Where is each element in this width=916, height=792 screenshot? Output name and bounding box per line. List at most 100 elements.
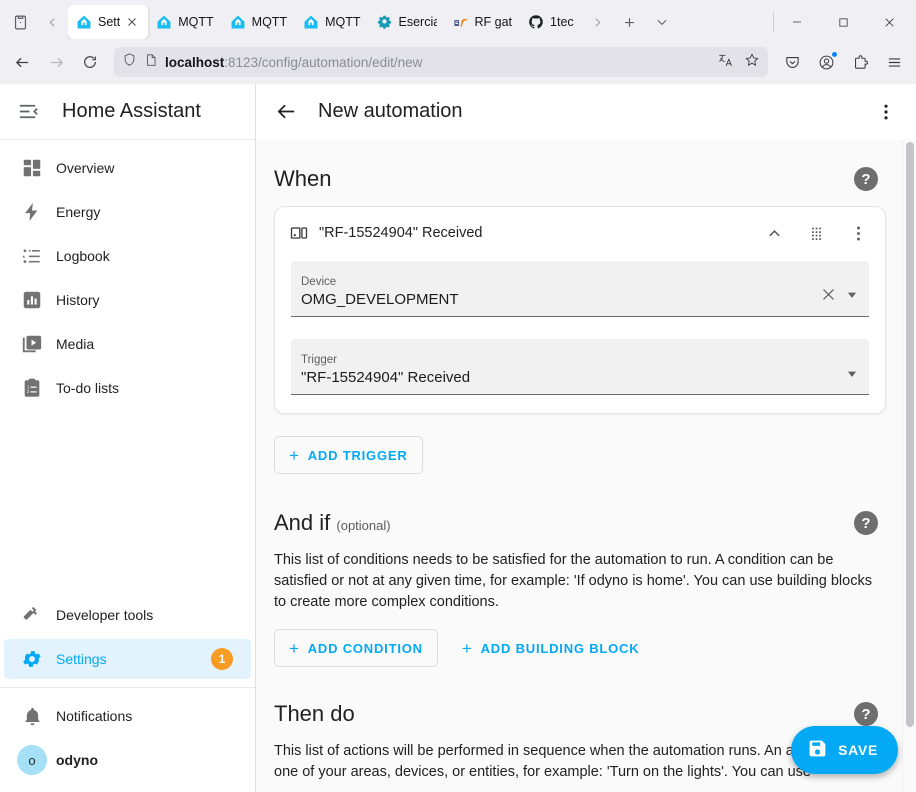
browser-tab[interactable]: MQTT xyxy=(222,5,295,39)
trigger-card-header[interactable]: "RF-15524904" Received xyxy=(275,207,885,259)
tab-title: Sett xyxy=(98,15,120,29)
scrollbar-thumb[interactable] xyxy=(906,142,914,727)
sidebar-spacer xyxy=(0,412,255,587)
close-icon[interactable] xyxy=(820,286,837,308)
menu-collapse-icon[interactable] xyxy=(4,88,52,136)
navigation-toolbar: localhost:8123/config/automation/edit/ne… xyxy=(0,44,916,84)
browser-tab[interactable]: MQTT xyxy=(148,5,221,39)
help-circle-icon[interactable]: ? xyxy=(854,702,878,726)
minimize-button[interactable] xyxy=(774,4,820,40)
browser-tab[interactable]: Esercia xyxy=(369,5,445,39)
add-condition-label: ADD CONDITION xyxy=(308,641,423,656)
url-bar[interactable]: localhost:8123/config/automation/edit/ne… xyxy=(114,47,768,77)
drag-handle-icon[interactable] xyxy=(797,214,835,252)
home-assistant-icon xyxy=(156,14,172,30)
cog-icon xyxy=(8,648,56,670)
account-notification-dot xyxy=(831,51,838,58)
tab-title: MQTT xyxy=(252,15,287,29)
sidebar-item-logbook[interactable]: Logbook xyxy=(4,236,251,276)
add-building-block-button[interactable]: + ADD BUILDING BLOCK xyxy=(450,629,652,667)
sidebar-item-label: History xyxy=(56,292,247,308)
tab-title: RF gat xyxy=(475,15,513,29)
plus-icon: + xyxy=(462,640,473,657)
view-dashboard-icon xyxy=(8,157,56,179)
firefox-view-icon[interactable] xyxy=(4,6,36,38)
dots-vertical-icon[interactable] xyxy=(864,90,908,134)
hamburger-menu-icon[interactable] xyxy=(878,46,910,78)
add-building-block-label: ADD BUILDING BLOCK xyxy=(481,641,640,656)
close-window-button[interactable] xyxy=(866,4,912,40)
main-content: New automation When ? xyxy=(256,84,916,792)
browser-chrome: Sett MQTT MQTT MQTT Esercia xyxy=(0,0,916,84)
extensions-icon[interactable] xyxy=(844,46,876,78)
add-condition-button[interactable]: + ADD CONDITION xyxy=(274,629,438,667)
menu-down-icon[interactable] xyxy=(845,288,859,307)
tab-title: Esercia xyxy=(399,15,437,29)
sidebar-item-media[interactable]: Media xyxy=(4,324,251,364)
device-field[interactable]: Device OMG_DEVELOPMENT xyxy=(291,261,869,317)
sidebar-item-energy[interactable]: Energy xyxy=(4,192,251,232)
device-field-label: Device xyxy=(301,275,820,290)
reload-icon[interactable] xyxy=(74,46,106,78)
menu-down-icon[interactable] xyxy=(845,367,859,386)
tab-title: 1tec xyxy=(550,15,574,29)
sidebar-item-label: Notifications xyxy=(56,708,247,724)
star-icon[interactable] xyxy=(744,52,760,73)
help-circle-icon[interactable]: ? xyxy=(854,511,878,535)
sidebar-item-history[interactable]: History xyxy=(4,280,251,320)
arrow-right-icon[interactable] xyxy=(40,46,72,78)
content-scrollbar[interactable] xyxy=(902,140,916,792)
close-icon[interactable] xyxy=(126,15,140,29)
tab-title: MQTT xyxy=(325,15,360,29)
new-tab-button[interactable] xyxy=(614,6,646,38)
sidebar-item-to-do-lists[interactable]: 12 To-do lists xyxy=(4,368,251,408)
status-badge: 1 xyxy=(211,648,233,670)
sidebar-footer: Notifications o odyno xyxy=(0,692,255,792)
browser-tab[interactable]: 1tec xyxy=(520,5,582,39)
sidebar-item-notifications[interactable]: Notifications xyxy=(4,696,251,736)
sidebar-item-settings[interactable]: Settings 1 xyxy=(4,639,251,679)
sidebar-item-label: Settings xyxy=(56,651,211,667)
arrow-left-icon[interactable] xyxy=(264,90,308,134)
section-title: And if (optional) xyxy=(274,510,391,536)
chevron-left-icon[interactable] xyxy=(36,6,68,38)
shield-icon[interactable] xyxy=(122,52,137,72)
url-path: :8123/config/automation/edit/new xyxy=(224,55,422,70)
then-do-section-header: Then do ? xyxy=(274,675,886,741)
avatar: o xyxy=(8,745,56,775)
maximize-button[interactable] xyxy=(820,4,866,40)
url-host: localhost xyxy=(165,55,224,70)
translate-icon[interactable] xyxy=(718,52,734,73)
trigger-card-title: "RF-15524904" Received xyxy=(319,225,751,241)
add-trigger-button[interactable]: + ADD TRIGGER xyxy=(274,436,423,474)
sidebar-item-label: Logbook xyxy=(56,248,247,264)
account-icon[interactable] xyxy=(810,46,842,78)
pocket-icon[interactable] xyxy=(776,46,808,78)
trigger-field[interactable]: Trigger "RF-15524904" Received xyxy=(291,339,869,395)
chart-box-icon xyxy=(8,289,56,311)
sidebar-item-overview[interactable]: Overview xyxy=(4,148,251,188)
sidebar-item-user[interactable]: o odyno xyxy=(4,740,251,780)
format-list-bulleted-icon xyxy=(8,245,56,267)
browser-tab[interactable]: RF gat xyxy=(445,5,521,39)
arrow-left-icon[interactable] xyxy=(6,46,38,78)
chevron-right-icon[interactable] xyxy=(582,6,614,38)
help-circle-icon[interactable]: ? xyxy=(854,167,878,191)
device-icon xyxy=(289,223,315,243)
page-icon[interactable] xyxy=(144,53,158,72)
content-save-icon xyxy=(807,738,828,762)
trigger-card-body: Device OMG_DEVELOPMENT xyxy=(275,259,885,413)
home-assistant-app: Home Assistant Overview Energy Logbook xyxy=(0,84,916,792)
home-assistant-icon xyxy=(230,14,246,30)
browser-tab[interactable]: MQTT xyxy=(295,5,368,39)
browser-tab[interactable]: Sett xyxy=(68,5,148,39)
save-button[interactable]: SAVE xyxy=(791,726,898,774)
home-assistant-icon xyxy=(303,14,319,30)
sidebar-item-label: odyno xyxy=(56,752,247,768)
dots-vertical-icon[interactable] xyxy=(839,214,877,252)
section-title: When xyxy=(274,166,331,192)
trigger-field-value: "RF-15524904" Received xyxy=(301,368,845,388)
chevron-up-icon[interactable] xyxy=(755,214,793,252)
list-all-tabs-icon[interactable] xyxy=(646,6,678,38)
sidebar-item-developer-tools[interactable]: Developer tools xyxy=(4,595,251,635)
